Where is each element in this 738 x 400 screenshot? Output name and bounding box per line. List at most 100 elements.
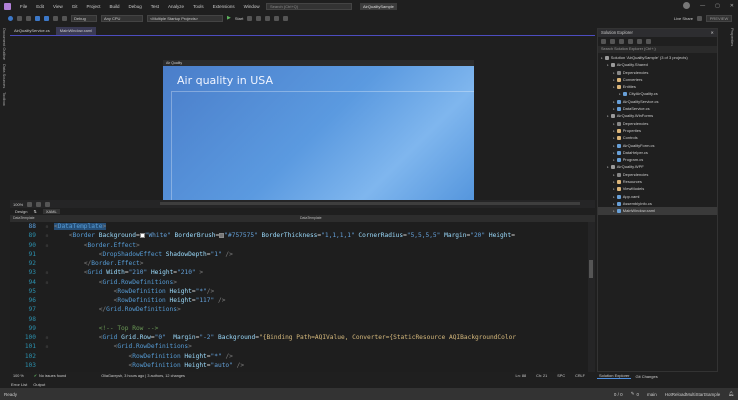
code-line[interactable]: 89 ⊟ <Border Background= "White" BorderBru… [10,231,588,240]
fold-toggle-icon[interactable]: ⊟ [40,268,54,277]
tree-item[interactable]: ▸ Controls [598,134,717,141]
tree-item[interactable]: ▸ Converters [598,76,717,83]
save-all-icon[interactable] [44,15,49,21]
expand-chevron-icon[interactable]: ▸ [613,71,615,75]
preview-button[interactable]: PREVIEW [706,14,732,22]
left-strip-tab-data-sources[interactable]: Data Sources [2,64,7,88]
expand-chevron-icon[interactable]: ▸ [613,173,615,177]
menu-git[interactable]: Git [72,4,78,9]
home-icon[interactable] [610,38,615,44]
properties-panel-tab[interactable]: Properties [730,28,735,46]
expand-chevron-icon[interactable]: ▸ [613,136,615,140]
tab-xaml[interactable]: XAML [42,209,60,214]
tree-item[interactable]: ▸ ViewModels [598,185,717,192]
tree-item[interactable]: ▸ AssemblyInfo.cs [598,200,717,207]
startup-projects-dropdown[interactable]: <Multiple Startup Projects> [147,14,223,22]
expand-chevron-icon[interactable]: ▸ [613,129,615,133]
expand-chevron-icon[interactable]: ▸ [601,56,603,60]
fold-toggle-icon[interactable]: ⊟ [40,222,54,231]
tree-item[interactable]: ▸ AirQualityForm.cs [598,142,717,149]
fold-toggle-icon[interactable]: ⊟ [40,333,54,342]
code-line[interactable]: 99 <!-- Top Row --> [10,324,588,333]
expand-chevron-icon[interactable]: ▸ [613,107,615,111]
editor-tab[interactable]: AirQualityService.cs [10,27,54,35]
live-share-button[interactable]: Live Share [674,16,693,21]
switch-views-icon[interactable] [619,38,624,44]
code-line[interactable]: 97 </Grid.RowDefinitions> [10,305,588,314]
code-line[interactable]: 101 ⊟ <Grid.RowDefinitions> [10,342,588,351]
expand-chevron-icon[interactable]: ▸ [613,85,615,89]
code-line[interactable]: 102 <RowDefinition Height="*" /> [10,352,588,361]
fold-toggle-icon[interactable]: ⊟ [40,231,54,240]
menu-tools[interactable]: Tools [193,4,204,9]
fold-toggle-icon[interactable]: ⊟ [40,241,54,250]
tree-item[interactable]: ▸ DataHelper.cs [598,149,717,156]
menu-analyze[interactable]: Analyze [168,4,184,9]
tree-item[interactable]: ▸ App.xaml [598,193,717,200]
code-line[interactable]: 103 <RowDefinition Height="auto" /> [10,361,588,370]
back-icon[interactable] [601,38,606,44]
tree-item[interactable]: ▸ AirQualityService.cs [598,98,717,105]
pending-changes[interactable]: 0 [636,392,639,397]
start-icon[interactable]: ▶ [227,15,231,21]
tree-item[interactable]: ▸ Dependencies [598,171,717,178]
sync-icon[interactable] [628,38,633,44]
tab-solution-explorer[interactable]: Solution Explorer [597,373,632,379]
menu-test[interactable]: Test [151,4,159,9]
expand-chevron-icon[interactable]: ▸ [613,158,615,162]
tab-error-list[interactable]: Error List [11,382,27,387]
git-blame[interactable]: OliaGavrysh, 3 hours ago | 3 authors, 12… [101,374,185,378]
branch-selector[interactable]: main [647,392,657,397]
designer-horizontal-scrollbar[interactable] [160,202,580,205]
effects-icon[interactable] [45,201,51,207]
search-input[interactable]: Search (Ctrl+Q) [266,3,352,10]
issues-status[interactable]: No issues found [39,374,66,378]
save-icon[interactable] [35,15,40,21]
expand-chevron-icon[interactable]: ▸ [613,151,615,155]
expand-chevron-icon[interactable]: ▸ [613,144,615,148]
feedback-icon[interactable] [697,15,702,21]
code-line[interactable]: 98 [10,315,588,324]
code-line[interactable]: 90 ⊟ <Border.Effect> [10,241,588,250]
swap-panes-icon[interactable]: ⇅ [33,209,36,214]
tree-item[interactable]: ▸ AirQuality.WinForms [598,112,717,119]
start-without-debug-icon[interactable] [247,15,253,21]
tree-item[interactable]: ▸ Dependencies [598,69,717,76]
left-strip-tab-document-outline[interactable]: Document Outline [2,28,7,60]
minimize-icon[interactable]: — [700,3,705,9]
tree-item[interactable]: ▸ AirQuality.Shared [598,61,717,68]
left-strip-tab-toolbox[interactable]: Toolbox [2,92,7,106]
tree-item[interactable]: ▸ DataService.cs [598,105,717,112]
tab-git-changes[interactable]: Git Changes [635,374,657,379]
code-line[interactable]: 96 <RowDefinition Height="117" /> [10,296,588,305]
code-editor[interactable]: 88 ⊟ <DataTemplate> 89 ⊟ <Border Background=… [10,222,588,372]
fold-toggle-icon[interactable]: ⊟ [40,278,54,287]
expand-chevron-icon[interactable]: ▸ [613,202,615,206]
grid-icon[interactable] [27,201,33,207]
expand-chevron-icon[interactable]: ▸ [613,78,615,82]
whitespace-mode[interactable]: SPC [557,374,565,378]
repository-selector[interactable]: HotReloadMultiStartSample [665,392,721,397]
expand-chevron-icon[interactable]: ▸ [607,165,609,169]
bookmark-icon[interactable] [265,15,271,21]
tree-item[interactable]: ▸ MainWindow.xaml [598,207,717,215]
close-icon[interactable]: ✕ [730,3,734,9]
tree-item[interactable]: ▸ Dependencies [598,120,717,127]
menu-file[interactable]: File [20,4,27,9]
menu-window[interactable]: Window [244,4,260,9]
maximize-icon[interactable]: ▢ [715,3,720,9]
menu-view[interactable]: View [53,4,63,9]
new-project-icon[interactable] [26,15,31,21]
collapse-all-icon[interactable] [637,38,642,44]
expand-chevron-icon[interactable]: ▸ [613,100,615,104]
snap-icon[interactable] [36,201,42,207]
properties-icon[interactable] [646,38,651,44]
start-button[interactable]: Start [235,16,243,21]
editor-tab[interactable]: MainWindow.xaml [55,27,97,35]
code-line[interactable]: 94 ⊟ <Grid.RowDefinitions> [10,278,588,287]
code-line[interactable]: 93 ⊟ <Grid Width="210" Height="210" > [10,268,588,277]
expand-chevron-icon[interactable]: ▸ [613,122,615,126]
expand-chevron-icon[interactable]: ▸ [613,187,615,191]
menu-debug[interactable]: Debug [129,4,142,9]
tree-item[interactable]: ▸ CityAirQuality.cs [598,90,717,97]
